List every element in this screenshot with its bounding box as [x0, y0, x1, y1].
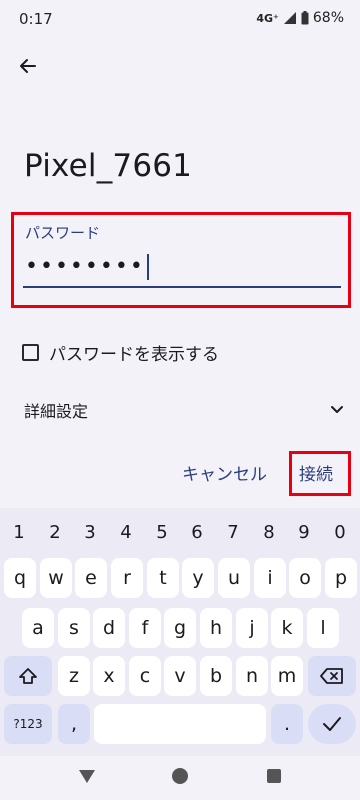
battery-icon [301, 11, 309, 25]
signal-icon [283, 12, 296, 24]
number-row: 1 2 3 4 5 6 7 8 9 0 [0, 518, 360, 548]
password-underline [23, 286, 341, 288]
shift-icon [19, 668, 37, 684]
back-button[interactable] [12, 50, 44, 82]
key-6[interactable]: 6 [180, 518, 214, 548]
network-name-title: Pixel_7661 [24, 148, 193, 184]
key-y[interactable]: y [182, 558, 214, 598]
key-8[interactable]: 8 [252, 518, 286, 548]
nav-back-icon[interactable] [78, 767, 96, 785]
key-k[interactable]: k [271, 608, 303, 648]
key-x[interactable]: x [93, 656, 125, 696]
battery-percent: 68% [312, 10, 344, 26]
key-w[interactable]: w [40, 558, 72, 598]
checkmark-icon [323, 717, 341, 731]
network-type: 4G⁺ [256, 11, 279, 25]
key-d[interactable]: d [93, 608, 125, 648]
backspace-icon [320, 668, 343, 684]
system-navigation-bar [0, 756, 360, 800]
password-label: パスワード [25, 224, 101, 242]
key-2[interactable]: 2 [38, 518, 72, 548]
key-r[interactable]: r [111, 558, 143, 598]
key-7[interactable]: 7 [216, 518, 250, 548]
enter-key[interactable] [308, 704, 356, 744]
chevron-down-icon [331, 406, 343, 413]
shift-key[interactable] [4, 656, 52, 696]
key-g[interactable]: g [164, 608, 196, 648]
key-1[interactable]: 1 [2, 518, 36, 548]
password-input[interactable]: •••••••• [25, 254, 149, 280]
key-t[interactable]: t [147, 558, 179, 598]
comma-key[interactable]: , [58, 704, 90, 744]
key-b[interactable]: b [200, 656, 232, 696]
spacebar[interactable] [94, 704, 266, 744]
key-q[interactable]: q [4, 558, 36, 598]
key-f[interactable]: f [129, 608, 161, 648]
key-i[interactable]: i [254, 558, 286, 598]
period-key[interactable]: . [271, 704, 303, 744]
advanced-settings-label: 詳細設定 [24, 402, 89, 421]
key-5[interactable]: 5 [145, 518, 179, 548]
wifi-password-screen: 0:17 4G⁺ 68% Pixel_7661 パスワード •••••••• パ… [0, 0, 360, 800]
advanced-settings-row[interactable]: 詳細設定 [24, 396, 344, 424]
cancel-button[interactable]: キャンセル [182, 460, 267, 485]
key-c[interactable]: c [129, 656, 161, 696]
status-time: 0:17 [19, 10, 53, 28]
key-9[interactable]: 9 [287, 518, 321, 548]
symbols-key[interactable]: ?123 [4, 704, 52, 744]
nav-recents-icon[interactable] [267, 769, 281, 783]
status-bar: 0:17 4G⁺ 68% [0, 0, 360, 38]
nav-home-icon[interactable] [172, 768, 188, 784]
key-h[interactable]: h [200, 608, 232, 648]
key-m[interactable]: m [271, 656, 303, 696]
key-a[interactable]: a [22, 608, 54, 648]
backspace-key[interactable] [308, 656, 356, 696]
status-indicators: 4G⁺ 68% [256, 10, 344, 26]
key-4[interactable]: 4 [109, 518, 143, 548]
key-p[interactable]: p [325, 558, 357, 598]
key-o[interactable]: o [289, 558, 321, 598]
key-s[interactable]: s [58, 608, 90, 648]
key-3[interactable]: 3 [73, 518, 107, 548]
key-j[interactable]: j [236, 608, 268, 648]
key-l[interactable]: l [307, 608, 339, 648]
text-caret [146, 254, 149, 280]
key-v[interactable]: v [164, 656, 196, 696]
key-u[interactable]: u [218, 558, 250, 598]
soft-keyboard: 1 2 3 4 5 6 7 8 9 0 q w e r t y u i o p … [0, 508, 360, 756]
key-0[interactable]: 0 [323, 518, 357, 548]
password-value: •••••••• [25, 254, 145, 279]
connect-button[interactable]: 接続 [299, 460, 333, 485]
show-password-checkbox[interactable] [22, 344, 39, 361]
key-n[interactable]: n [236, 656, 268, 696]
arrow-back-icon [20, 59, 36, 73]
key-e[interactable]: e [75, 558, 107, 598]
show-password-toggle[interactable]: パスワードを表示する [22, 340, 219, 365]
show-password-label: パスワードを表示する [49, 345, 219, 365]
key-z[interactable]: z [58, 656, 90, 696]
